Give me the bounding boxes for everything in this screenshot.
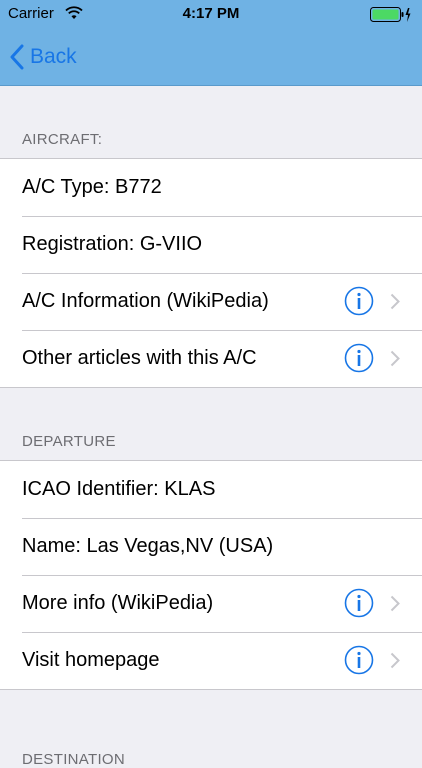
- chevron-left-icon: [10, 44, 24, 70]
- section-header-departure: DEPARTURE: [0, 388, 422, 460]
- chevron-right-icon: [390, 595, 400, 612]
- section-header-aircraft: AIRCRAFT:: [0, 86, 422, 158]
- section-aircraft: A/C Type: B772 Registration: G-VIIO A/C …: [0, 158, 422, 388]
- chevron-right-icon: [390, 293, 400, 310]
- row-airport-name: Name: Las Vegas,NV (USA): [0, 518, 422, 575]
- info-icon[interactable]: [344, 588, 374, 618]
- section-title: DEPARTURE: [22, 433, 116, 450]
- row-visit-homepage[interactable]: Visit homepage: [0, 632, 422, 689]
- back-button[interactable]: Back: [10, 41, 77, 73]
- info-icon[interactable]: [344, 343, 374, 373]
- status-bar: Carrier 4:17 PM: [0, 0, 422, 30]
- battery-icon: [370, 7, 411, 22]
- row-label: Registration: G-VIIO: [22, 233, 203, 255]
- section-departure: ICAO Identifier: KLAS Name: Las Vegas,NV…: [0, 460, 422, 690]
- row-ac-type: A/C Type: B772: [0, 159, 422, 216]
- row-label: Name: Las Vegas,NV (USA): [22, 535, 274, 557]
- row-label: ICAO Identifier: KLAS: [22, 478, 216, 500]
- chevron-right-icon: [390, 652, 400, 669]
- row-other-articles[interactable]: Other articles with this A/C: [0, 330, 422, 387]
- row-more-info[interactable]: More info (WikiPedia): [0, 575, 422, 632]
- row-icao-identifier: ICAO Identifier: KLAS: [0, 461, 422, 518]
- navigation-bar: Back: [0, 30, 422, 86]
- settings-list: AIRCRAFT: A/C Type: B772 Registration: G…: [0, 86, 422, 768]
- info-icon[interactable]: [344, 286, 374, 316]
- row-label: A/C Type: B772: [22, 176, 162, 198]
- info-icon[interactable]: [344, 645, 374, 675]
- chevron-right-icon: [390, 350, 400, 367]
- row-ac-information[interactable]: A/C Information (WikiPedia): [0, 273, 422, 330]
- back-label: Back: [30, 45, 77, 68]
- section-title: AIRCRAFT:: [22, 131, 103, 148]
- section-title: DESTINATION: [22, 751, 126, 768]
- row-registration: Registration: G-VIIO: [0, 216, 422, 273]
- section-header-destination: DESTINATION: [0, 690, 422, 768]
- clock-label: 4:17 PM: [182, 5, 240, 22]
